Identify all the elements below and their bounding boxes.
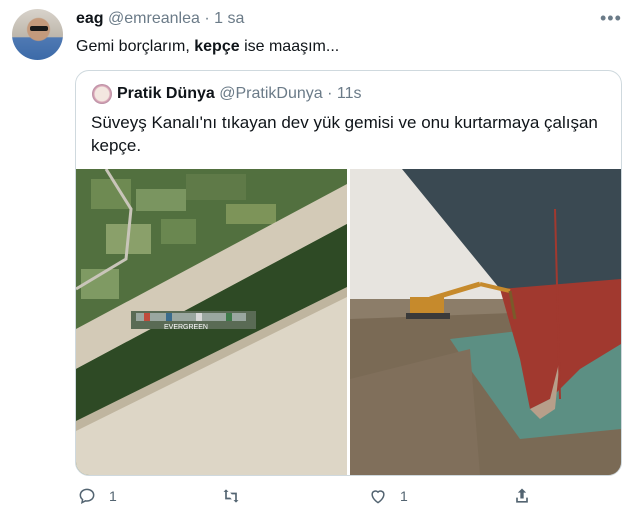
canal-aerial-image[interactable]: EVERGREEN xyxy=(76,169,347,475)
quoted-text: Süveyş Kanalı'nı tıkayan dev yük gemisi … xyxy=(91,113,598,155)
retweet-button[interactable] xyxy=(221,486,253,506)
retweet-icon xyxy=(223,489,239,503)
tweet-text-end: ise maaşım... xyxy=(239,38,340,55)
like-count: 1 xyxy=(400,488,408,504)
separator: · xyxy=(327,85,333,102)
author-name[interactable]: eag xyxy=(76,10,104,27)
timestamp[interactable]: 1 sa xyxy=(214,10,244,27)
ship-name-label: EVERGREEN xyxy=(164,324,208,331)
author-handle[interactable]: @emreanlea xyxy=(108,10,200,27)
tweet-header: eag @emreanlea · 1 sa xyxy=(76,10,244,28)
quoted-author-name: Pratik Dünya xyxy=(117,85,215,102)
more-icon[interactable]: ••• xyxy=(600,8,622,29)
like-icon xyxy=(371,490,385,504)
action-bar: 1 1 xyxy=(0,486,635,512)
tweet-text-start: Gemi borçlarım, xyxy=(76,38,195,55)
reply-count: 1 xyxy=(109,488,117,504)
quoted-avatar xyxy=(92,84,112,104)
separator: · xyxy=(204,10,210,27)
reply-icon xyxy=(79,488,95,505)
avatar[interactable] xyxy=(12,9,63,60)
like-button[interactable]: 1 xyxy=(368,486,408,506)
quoted-timestamp: 11s xyxy=(336,85,362,102)
quoted-author-handle: @PratikDunya xyxy=(219,85,323,102)
quoted-header: Pratik Dünya @PratikDunya · 11s xyxy=(117,85,362,103)
reply-button[interactable]: 1 xyxy=(77,486,117,506)
tweet-text-bold: kepçe xyxy=(194,38,240,55)
quoted-tweet[interactable]: Pratik Dünya @PratikDunya · 11s Süveyş K… xyxy=(75,70,622,476)
share-button[interactable] xyxy=(512,486,532,506)
ship-excavator-image[interactable] xyxy=(350,169,621,475)
share-icon xyxy=(516,488,528,503)
tweet-text: Gemi borçlarım, kepçe ise maaşım... xyxy=(76,38,339,56)
